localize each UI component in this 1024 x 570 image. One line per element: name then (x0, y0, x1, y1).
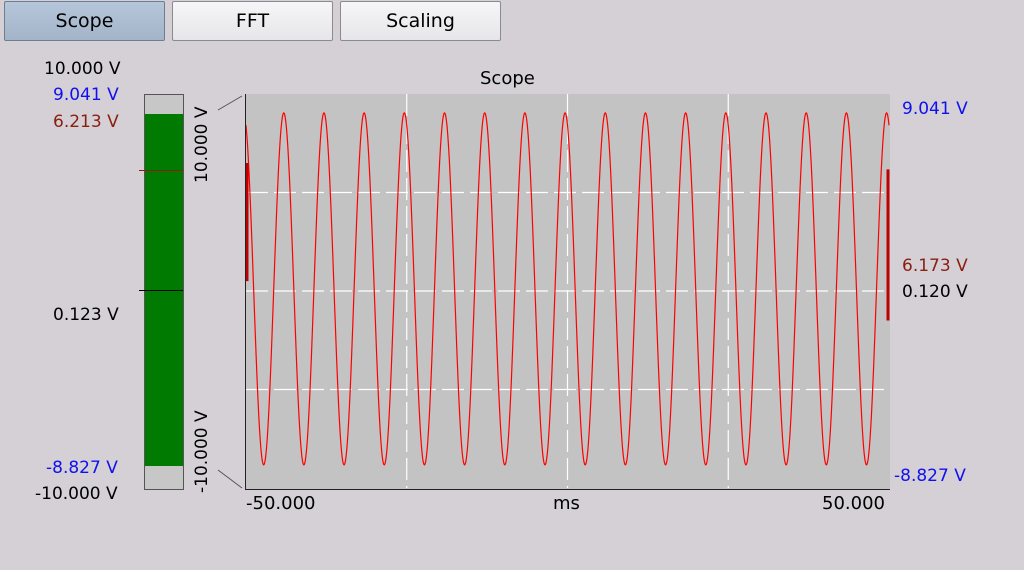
meter-current-marker (139, 169, 183, 171)
right-max-label: 9.041 V (902, 99, 968, 119)
scope-plot (246, 94, 890, 488)
meter-min-value-label: -8.827 V (46, 458, 118, 478)
scope-plot-area[interactable] (245, 94, 890, 490)
axis-connectors (217, 95, 243, 489)
right-current-label: 6.173 V (902, 256, 968, 276)
right-mean-label: 0.120 V (902, 282, 968, 302)
plot-grid (246, 94, 889, 488)
scope-window: Scope FFT Scaling 10.000 V 9.041 V 6.213… (0, 0, 1024, 570)
x-axis-unit-label: ms (553, 493, 580, 514)
x-axis-max-label: 50.000 (822, 493, 885, 514)
tab-scaling[interactable]: Scaling (340, 1, 501, 41)
plot-title: Scope (480, 68, 535, 89)
meter-mean-marker (139, 289, 183, 291)
y-axis-bottom-label: -10.000 V (192, 410, 212, 493)
meter-mean-label: 0.123 V (53, 305, 119, 325)
x-axis-min-label: -50.000 (246, 493, 316, 514)
y-axis-top-label: 10.000 V (192, 106, 212, 183)
meter-max-value-label: 9.041 V (53, 85, 119, 105)
right-min-label: -8.827 V (894, 466, 966, 486)
meter-current-label: 6.213 V (53, 112, 119, 132)
tab-fft[interactable]: FFT (172, 1, 333, 41)
meter-range-max-label: 10.000 V (44, 59, 121, 79)
tab-scope[interactable]: Scope (4, 1, 165, 41)
meter-range-min-label: -10.000 V (35, 484, 118, 504)
level-meter (139, 94, 184, 490)
